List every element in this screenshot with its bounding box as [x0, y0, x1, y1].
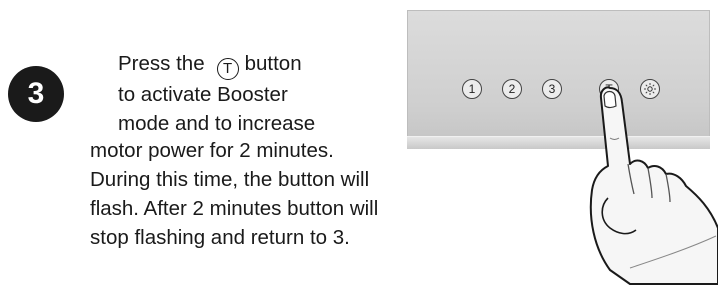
instruction-line-5: During this time, the button will — [90, 168, 370, 191]
speed-3-label: 3 — [548, 82, 556, 96]
instruction-text-continued: motor power for 2 minutes. During this t… — [90, 136, 378, 252]
instruction-line-7: stop flashing and return to 3. — [90, 226, 350, 249]
timer-button-icon: T — [216, 57, 239, 80]
instruction-line-2: to activate Booster — [118, 82, 288, 106]
instruction-line-1-post: button — [244, 52, 302, 75]
pointing-hand-icon — [589, 86, 718, 285]
speed-2-label: 2 — [508, 82, 516, 96]
instruction-line-1: Press the Tbutton — [118, 49, 315, 80]
speed-1-label: 1 — [468, 82, 476, 96]
step-number: 3 — [27, 77, 45, 110]
instruction-text: Press the Tbutton to activate Booster mod… — [118, 49, 315, 138]
instruction-line-1-pre: Press the — [118, 52, 205, 75]
speed-3-button[interactable]: 3 — [542, 79, 562, 99]
instruction-line-4: motor power for 2 minutes. — [90, 139, 334, 162]
step-number-badge: 3 — [8, 66, 64, 122]
instruction-line-6: flash. After 2 minutes button will — [90, 197, 379, 220]
speed-2-button[interactable]: 2 — [502, 79, 522, 99]
instruction-line-3: mode and to increase — [118, 111, 316, 135]
speed-1-button[interactable]: 1 — [462, 79, 482, 99]
